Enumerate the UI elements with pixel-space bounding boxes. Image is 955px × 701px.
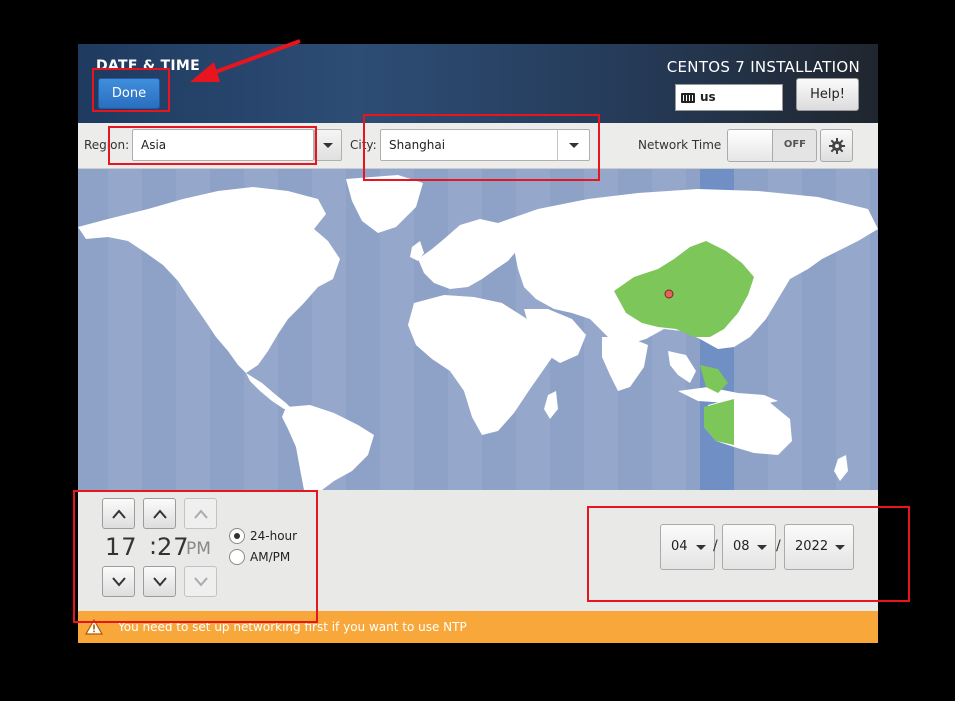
chevron-down-icon — [323, 143, 333, 148]
annotation-box-done — [92, 68, 170, 112]
annotation-box-time — [73, 490, 318, 623]
annotation-arrow-icon — [190, 39, 301, 82]
network-time-switch[interactable]: OFF — [727, 129, 817, 162]
switch-state-label: OFF — [783, 139, 806, 150]
annotation-box-city — [363, 114, 600, 181]
gear-icon — [829, 138, 845, 154]
keyboard-layout-indicator[interactable]: us — [675, 84, 783, 111]
switch-knob[interactable] — [728, 130, 773, 161]
region-dropdown-button[interactable] — [314, 129, 342, 161]
network-time-label: Network Time — [638, 138, 722, 152]
annotation-box-date — [587, 506, 910, 602]
keyboard-icon — [681, 93, 695, 103]
world-map[interactable] — [78, 169, 878, 490]
installation-title: CENTOS 7 INSTALLATION — [666, 58, 860, 76]
timezone-map[interactable] — [78, 169, 878, 490]
ntp-settings-button[interactable] — [820, 129, 853, 162]
help-button[interactable]: Help! — [796, 78, 859, 111]
keyboard-layout-label: us — [700, 90, 716, 104]
annotation-box-region — [108, 126, 317, 165]
